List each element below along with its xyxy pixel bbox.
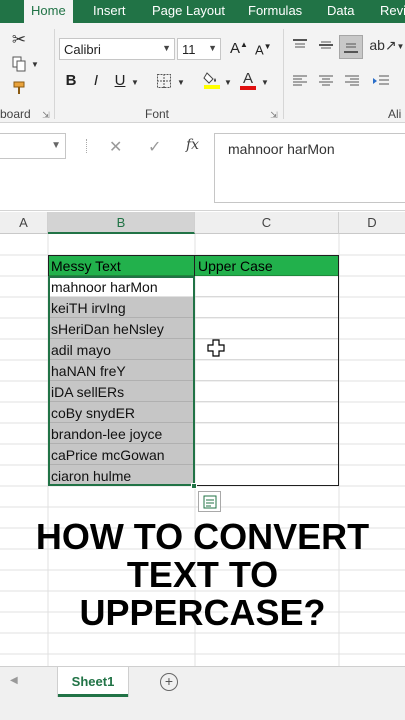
font-name-value: Calibri [64, 42, 101, 57]
column-header-a[interactable]: A [0, 212, 48, 234]
table-cell-c[interactable] [195, 402, 339, 423]
formula-bar: ▼ ✕ ✓ fx mahnoor harMon [0, 123, 405, 211]
align-left-icon[interactable] [290, 71, 310, 91]
table-cell-c[interactable] [195, 381, 339, 402]
sheet-nav-left-icon[interactable]: ◀ [10, 675, 18, 686]
font-color-swatch [240, 85, 256, 90]
overlay-line-1: HOW TO CONVERT [35, 516, 370, 557]
formula-input[interactable]: mahnoor harMon [214, 133, 405, 203]
font-color-letter: A [242, 69, 253, 87]
clipboard-launcher-icon[interactable]: ⇲ [40, 109, 52, 121]
table-cell-c[interactable] [195, 423, 339, 444]
shrink-font-button[interactable]: A▼ [255, 42, 272, 58]
table-cell-c[interactable] [195, 318, 339, 339]
group-divider [54, 29, 55, 119]
cut-icon[interactable]: ✂ [8, 29, 30, 51]
column-header-b[interactable]: B [48, 212, 195, 234]
fill-handle[interactable] [191, 483, 197, 489]
font-color-icon[interactable]: A [239, 68, 257, 92]
group-divider [283, 29, 284, 119]
cell-cursor-icon [207, 339, 225, 362]
orientation-icon[interactable]: ab↗ [369, 35, 396, 55]
formula-bar-grip [86, 139, 88, 153]
table-cell-b[interactable]: ciaron hulme [48, 465, 195, 486]
column-header-c[interactable]: C [195, 212, 339, 234]
table-cell-b[interactable]: mahnoor harMon [48, 276, 195, 297]
font-launcher-icon[interactable]: ⇲ [268, 109, 280, 121]
chevron-down-icon: ▼ [162, 43, 171, 53]
table-cell-b[interactable]: adil mayo [48, 339, 195, 360]
sheet-tab-sheet1[interactable]: Sheet1 [58, 667, 128, 697]
font-group-label: Font [145, 107, 170, 121]
grow-font-button[interactable]: A▲ [230, 40, 248, 57]
middle-align-icon[interactable] [316, 35, 336, 55]
underline-dropdown-icon[interactable]: ▼ [130, 75, 140, 89]
alignment-group-label: Ali [388, 107, 402, 121]
sheet-tab-bar: ◀ Sheet1 + [0, 666, 405, 720]
borders-icon[interactable] [154, 71, 174, 91]
tab-page-layout[interactable]: Page Layout [152, 3, 225, 18]
table-cell-b[interactable]: keiTH irvIng [48, 297, 195, 318]
table-cell-c[interactable] [195, 444, 339, 465]
table-column-divider [194, 255, 195, 486]
bold-button[interactable]: B [63, 72, 79, 89]
copy-icon[interactable] [8, 53, 30, 75]
table-cell-b[interactable]: caPrice mcGowan [48, 444, 195, 465]
header-cell-upper-case[interactable]: Upper Case [195, 255, 339, 276]
enter-icon[interactable]: ✓ [148, 137, 161, 157]
chevron-down-icon: ▼ [51, 140, 61, 151]
italic-button[interactable]: I [89, 72, 103, 89]
copy-dropdown-icon[interactable]: ▼ [30, 57, 40, 71]
insert-function-button[interactable]: fx [186, 137, 199, 153]
tab-data[interactable]: Data [327, 3, 354, 18]
cancel-icon[interactable]: ✕ [109, 137, 122, 157]
add-sheet-icon[interactable]: + [160, 673, 178, 691]
clipboard-group-label: board [0, 107, 31, 121]
name-box[interactable]: ▼ [0, 133, 66, 159]
fill-color-icon[interactable] [201, 69, 223, 91]
table-cell-b[interactable]: brandon-lee joyce [48, 423, 195, 444]
font-name-combo[interactable]: Calibri ▼ [59, 38, 175, 60]
shrink-font-label: A [255, 42, 264, 58]
column-header-d[interactable]: D [339, 212, 405, 234]
font-color-dropdown-icon[interactable]: ▼ [260, 75, 270, 89]
fill-color-dropdown-icon[interactable]: ▼ [223, 75, 233, 89]
align-right-icon[interactable] [342, 71, 362, 91]
grow-font-label: A [230, 40, 241, 57]
tab-review[interactable]: Revi [380, 3, 405, 18]
overlay-line-3: UPPERCASE? [79, 592, 326, 633]
table-cell-c[interactable] [195, 465, 339, 486]
header-cell-messy-text[interactable]: Messy Text [48, 255, 195, 276]
underline-button[interactable]: U [113, 72, 127, 89]
table-cell-c[interactable] [195, 276, 339, 297]
tab-formulas[interactable]: Formulas [248, 3, 302, 18]
quick-analysis-icon[interactable] [198, 491, 221, 512]
table-cell-b[interactable]: haNAN freY [48, 360, 195, 381]
table-cell-b[interactable]: sHeriDan heNsley [48, 318, 195, 339]
table-cell-b[interactable]: coBy snydER [48, 402, 195, 423]
orientation-dropdown-icon[interactable]: ▼ [396, 40, 405, 52]
video-title-overlay: HOW TO CONVERT TEXT TO UPPERCASE? [0, 518, 405, 632]
table-cell-b[interactable]: iDA sellERs [48, 381, 195, 402]
font-size-value: 11 [182, 42, 196, 57]
chevron-down-icon: ▼ [208, 43, 217, 53]
indent-icon[interactable] [370, 71, 392, 91]
ribbon: ✂ ▼ board ⇲ Calibri ▼ 11 ▼ A▲ A▼ B I U ▼… [0, 23, 405, 123]
font-size-combo[interactable]: 11 ▼ [177, 38, 221, 60]
bottom-align-icon[interactable] [339, 35, 363, 59]
align-center-icon[interactable] [316, 71, 336, 91]
ribbon-tab-bar: Home Insert Page Layout Formulas Data Re… [0, 0, 405, 23]
borders-dropdown-icon[interactable]: ▼ [176, 75, 186, 89]
top-align-icon[interactable] [290, 35, 310, 55]
tab-home[interactable]: Home [24, 0, 73, 23]
overlay-line-2: TEXT TO [126, 554, 279, 595]
tab-insert[interactable]: Insert [93, 3, 126, 18]
table-cell-c[interactable] [195, 360, 339, 381]
format-painter-icon[interactable] [8, 77, 30, 99]
table-cell-c[interactable] [195, 297, 339, 318]
